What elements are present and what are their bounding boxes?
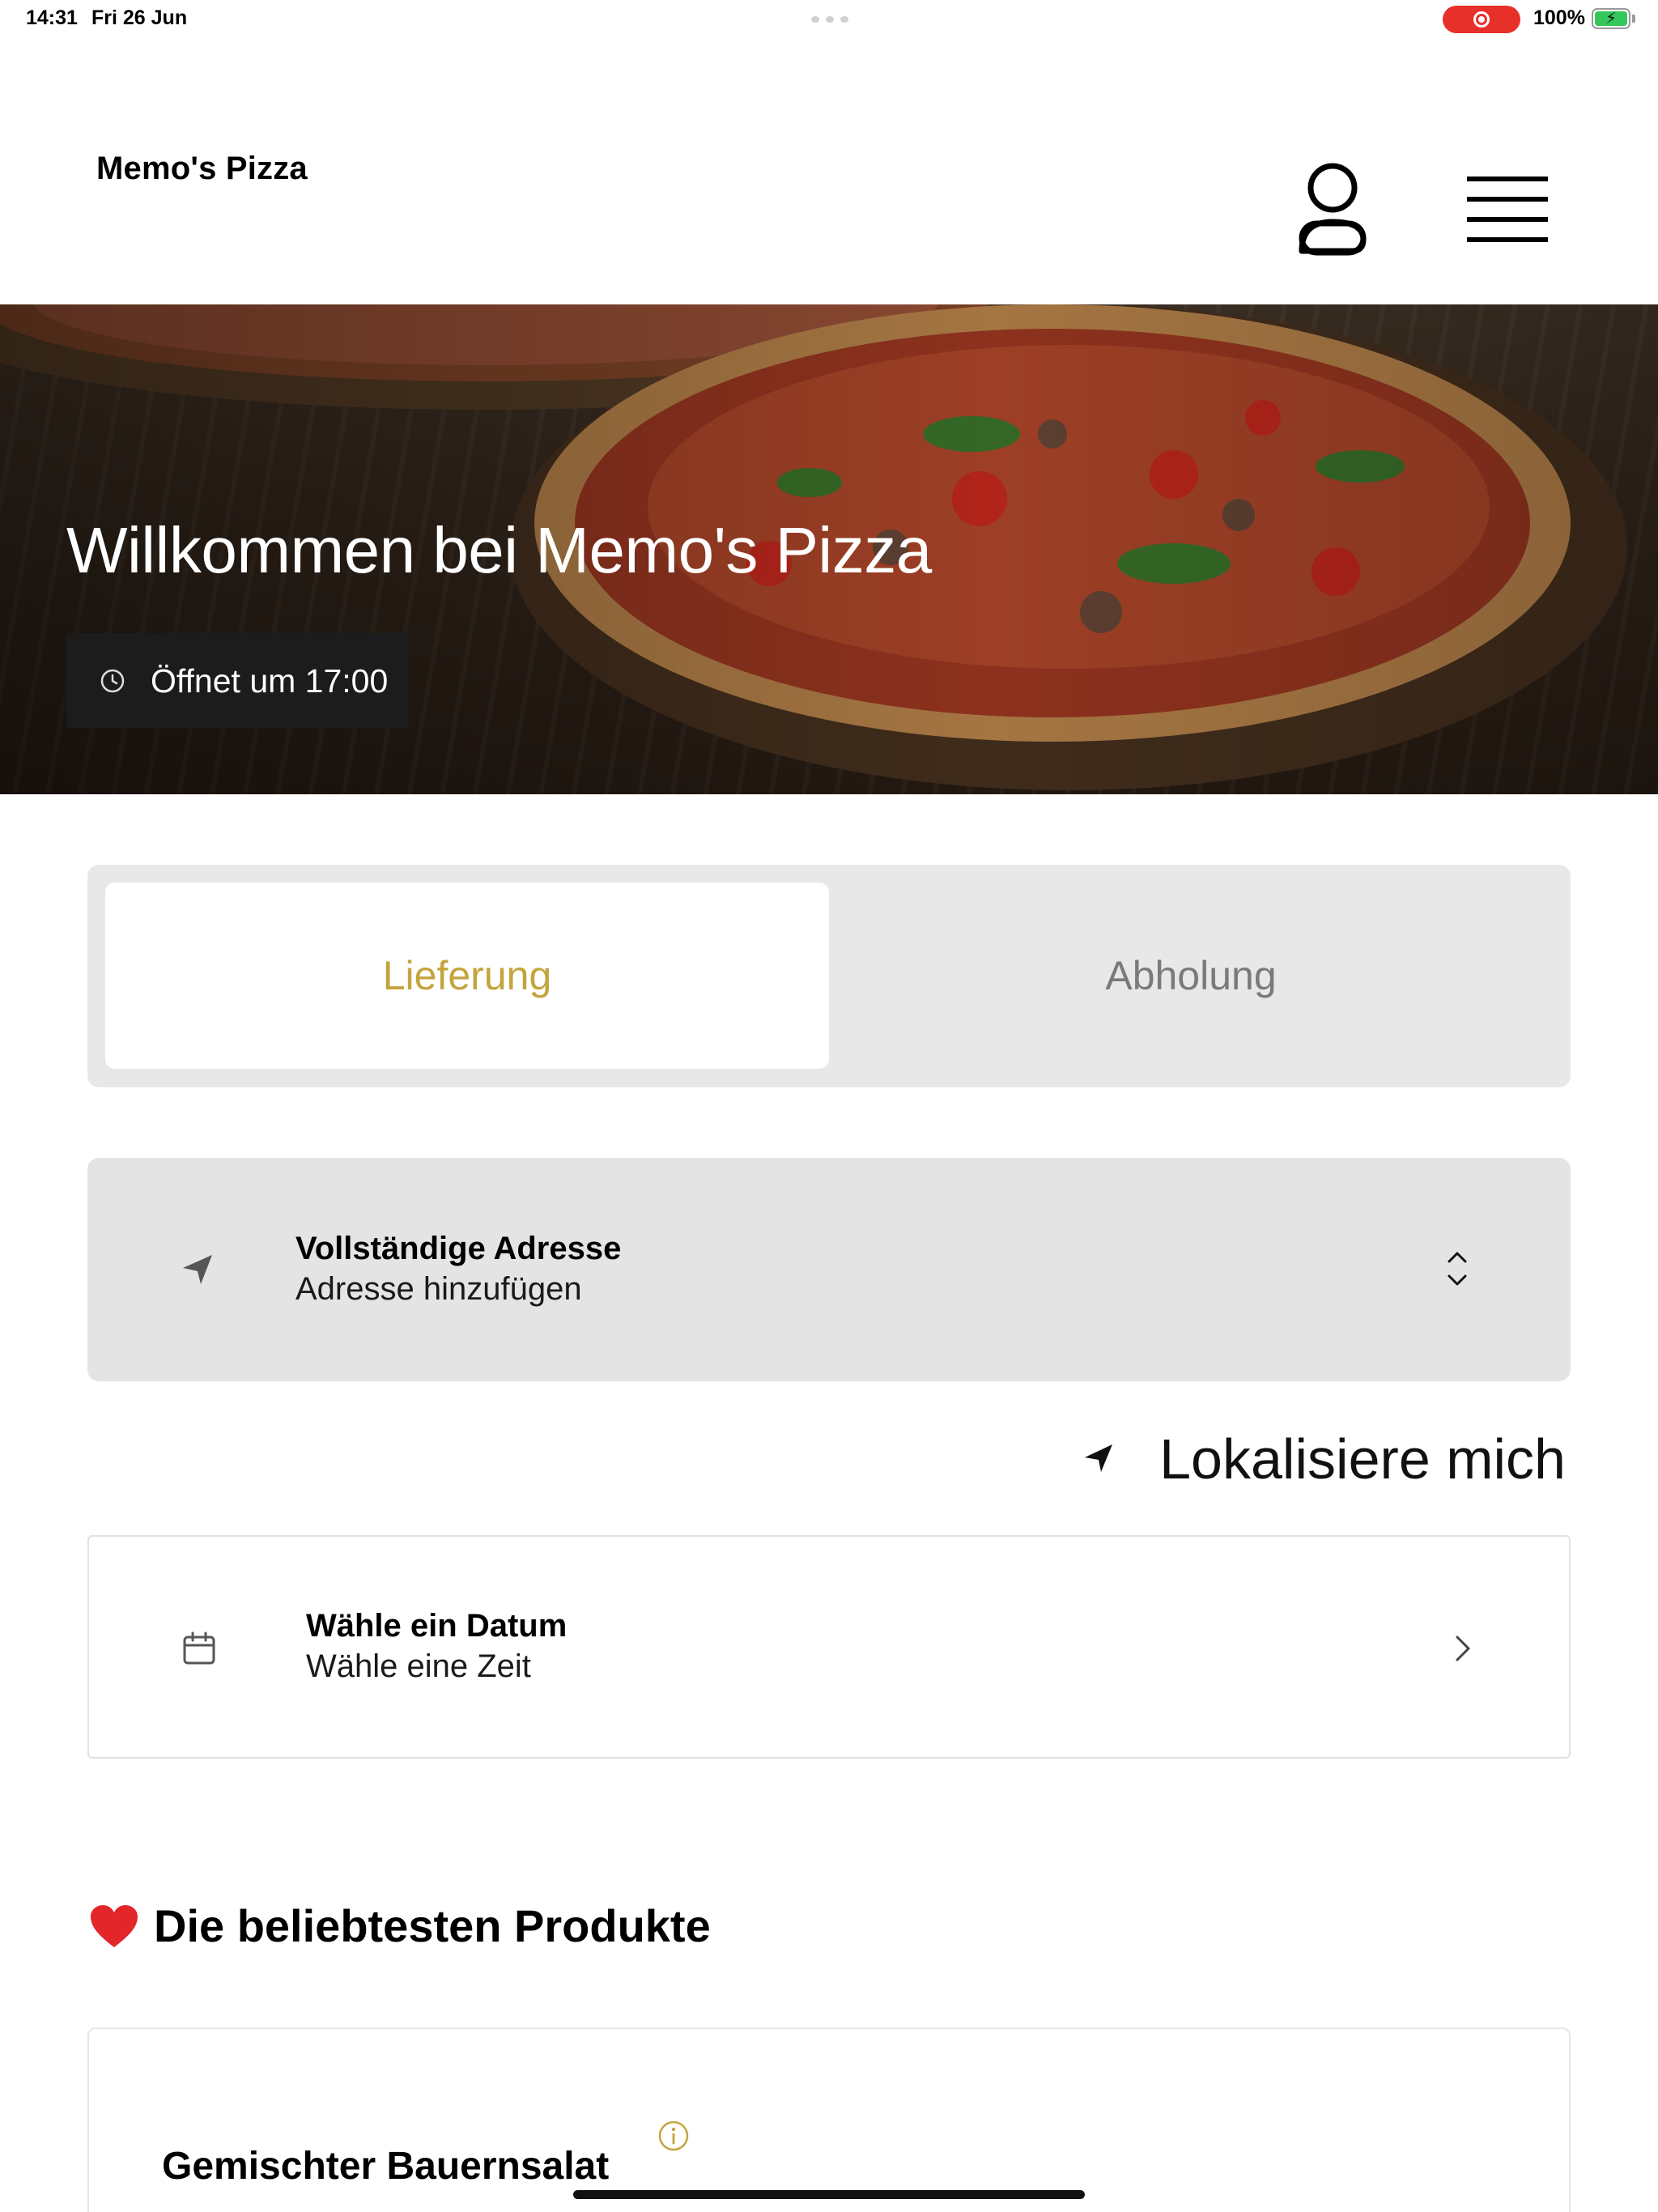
heart-icon (91, 1904, 138, 1947)
info-icon[interactable] (657, 2120, 690, 2152)
status-time: 14:31 (26, 6, 78, 29)
calendar-icon (183, 1631, 215, 1665)
app-header: Memo's Pizza (0, 39, 1658, 304)
clock-icon (100, 669, 125, 693)
hero-title: Willkommen bei Memo's Pizza (66, 514, 932, 586)
locate-me-button[interactable]: Lokalisiere mich (1082, 1427, 1566, 1491)
tab-delivery-label: Lieferung (382, 953, 552, 998)
location-arrow-icon (1085, 1444, 1113, 1472)
location-arrow-icon (183, 1255, 212, 1284)
hero-banner: Willkommen bei Memo's Pizza Öffnet um 17… (0, 304, 1658, 794)
tab-delivery[interactable]: Lieferung (105, 883, 829, 1069)
screen-recording-icon[interactable] (1443, 6, 1520, 33)
address-subtitle: Adresse hinzufügen (295, 1271, 582, 1307)
brand-title[interactable]: Memo's Pizza (96, 151, 308, 187)
schedule-subtitle: Wähle eine Zeit (306, 1648, 531, 1684)
address-selector[interactable]: Vollständige Adresse Adresse hinzufügen (87, 1158, 1571, 1381)
battery-percentage: 100% (1533, 6, 1585, 29)
order-mode-toggle: Lieferung Abholung (87, 865, 1571, 1087)
status-date: Fri 26 Jun (91, 6, 188, 29)
user-icon[interactable] (1294, 160, 1371, 257)
popular-products-heading: Die beliebtesten Produkte (89, 1899, 711, 1952)
locate-me-label: Lokalisiere mich (1159, 1427, 1566, 1491)
schedule-title: Wähle ein Datum (306, 1608, 568, 1644)
address-title: Vollständige Adresse (295, 1231, 622, 1266)
opening-hours-text: Öffnet um 17:00 (151, 662, 389, 700)
tab-pickup[interactable]: Abholung (829, 883, 1553, 1069)
multitasking-dots-icon[interactable] (811, 16, 848, 23)
status-bar: 14:31 Fri 26 Jun 100% ⚡ (0, 0, 1658, 39)
product-name: Gemischter Bauernsalat (162, 2145, 610, 2188)
battery-icon: ⚡ (1592, 8, 1630, 29)
home-indicator[interactable] (573, 2190, 1085, 2199)
product-card[interactable]: Gemischter Bauernsalat (87, 2027, 1571, 2212)
chevron-up-down-icon (1448, 1252, 1467, 1286)
popular-products-title: Die beliebtesten Produkte (154, 1900, 711, 1951)
chevron-right-icon (1456, 1636, 1470, 1661)
schedule-selector[interactable]: Wähle ein Datum Wähle eine Zeit (87, 1535, 1571, 1759)
battery-cap (1632, 15, 1635, 23)
menu-icon[interactable] (1467, 173, 1548, 245)
opening-hours-badge: Öffnet um 17:00 (66, 633, 408, 728)
